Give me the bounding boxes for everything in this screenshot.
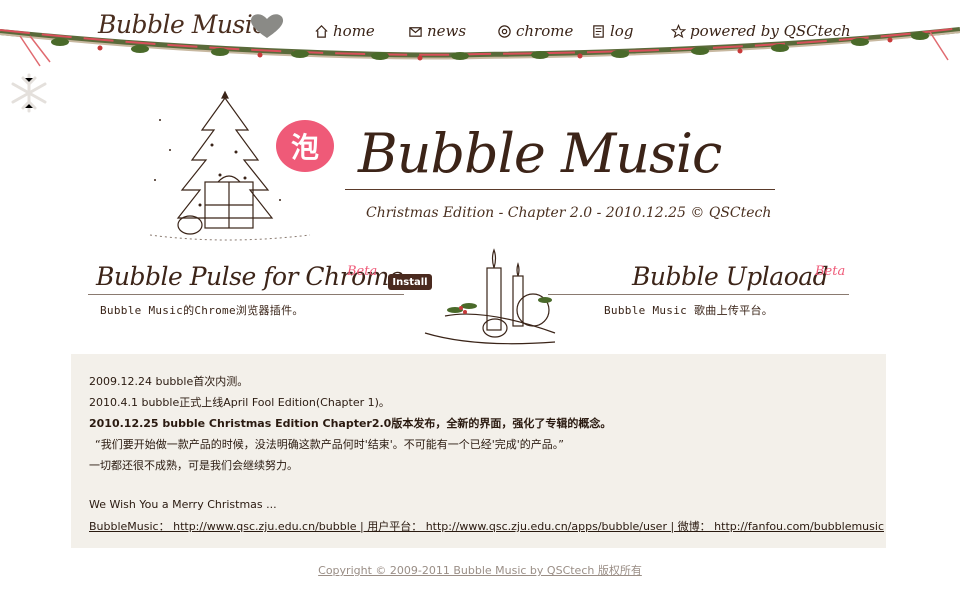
header: Bubble Music home news chrome log powere…: [0, 0, 960, 72]
nav-log[interactable]: log: [591, 22, 633, 40]
history-line-1: 2009.12.24 bubble首次内测。: [89, 375, 249, 388]
bubble-badge-icon: 泡: [276, 120, 334, 172]
bubble-upload-title[interactable]: Bubble Uplaoad: [632, 262, 829, 291]
home-icon: [315, 24, 328, 38]
site-logo[interactable]: Bubble Music: [98, 10, 266, 39]
nav-log-label: log: [610, 22, 634, 40]
history-line-2: 2010.4.1 bubble正式上线April Fool Edition(Ch…: [89, 396, 390, 409]
bubble-upload-description: Bubble Music 歌曲上传平台。: [604, 304, 774, 317]
nav-news[interactable]: news: [408, 22, 466, 40]
bubble-upload-beta-badge: Beta: [815, 264, 846, 279]
closing-line: 一切都还很不成熟，可是我们会继续努力。: [89, 459, 298, 472]
nav-powered-by-label: powered by QSCtech: [690, 22, 851, 40]
quote-line: “我们要开始做一款产品的时候，没法明确这款产品何时'结束'。不可能有一个已经'完…: [95, 438, 564, 451]
christmas-tree-illustration: [149, 90, 311, 241]
project-links[interactable]: BubbleMusic： http://www.qsc.zju.edu.cn/b…: [89, 518, 884, 534]
bubble-pulse-beta-badge: Beta: [347, 264, 378, 279]
footer: Copyright © 2009-2011 Bubble Music by QS…: [0, 562, 960, 578]
mail-icon: [409, 26, 422, 37]
bubble-pulse-divider: [88, 294, 404, 295]
bubble-pulse-description: Bubble Music的Chrome浏览器插件。: [100, 304, 304, 317]
snowflake-icon: [11, 73, 47, 113]
nav-chrome[interactable]: chrome: [497, 22, 573, 40]
christmas-wish: We Wish You a Merry Christmas ...: [89, 498, 277, 511]
nav-powered-by[interactable]: powered by QSCtech: [671, 22, 851, 40]
chrome-icon: [498, 24, 511, 38]
copyright-text[interactable]: Copyright © 2009-2011 Bubble Music by QS…: [318, 564, 642, 577]
star-icon: [671, 23, 686, 38]
hero-subtitle: Christmas Edition - Chapter 2.0 - 2010.1…: [366, 205, 772, 221]
notebook-icon: [593, 24, 604, 38]
nav-home[interactable]: home: [314, 22, 375, 40]
bubble-upload-divider: [548, 294, 849, 295]
heart-icon: [250, 14, 284, 38]
nav-home-label: home: [333, 22, 375, 40]
hero-title: Bubble Music: [358, 122, 722, 185]
nav-chrome-label: chrome: [516, 22, 574, 40]
info-panel: 2009.12.24 bubble首次内测。 2010.4.1 bubble正式…: [71, 354, 886, 548]
nav-news-label: news: [427, 22, 467, 40]
hero-divider: [345, 189, 775, 190]
candle-illustration: [424, 248, 556, 345]
history-line-3: 2010.12.25 bubble Christmas Edition Chap…: [89, 417, 612, 430]
project-links-text[interactable]: BubbleMusic： http://www.qsc.zju.edu.cn/b…: [89, 520, 884, 533]
